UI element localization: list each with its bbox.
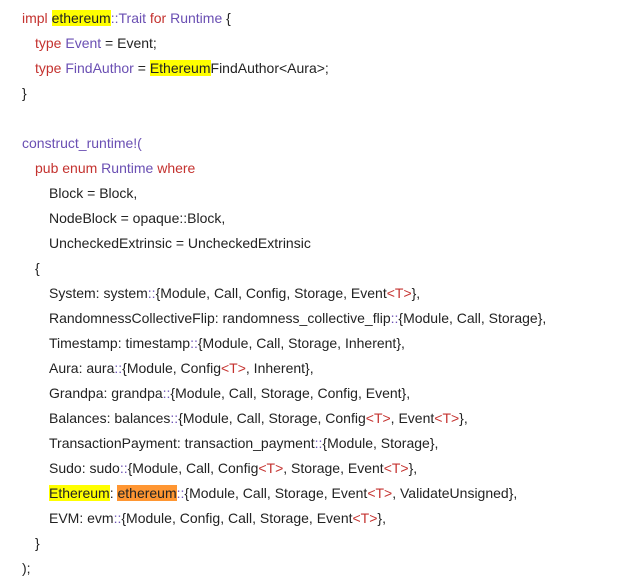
code-token: :: <box>147 285 156 301</box>
code-token: pub <box>35 160 63 176</box>
code-line: type Event = Event; <box>35 31 157 56</box>
code-token: Aura: aura <box>49 360 115 376</box>
code-token: }, <box>411 285 421 301</box>
code-token: {Module, Storage}, <box>322 435 439 451</box>
code-token: = Event; <box>101 35 157 51</box>
code-token: <T> <box>386 285 412 301</box>
code-token: System: system <box>49 285 148 301</box>
code-token: , Inherent}, <box>245 360 314 376</box>
code-token: UncheckedExtrinsic = UncheckedExtrinsic <box>49 235 311 251</box>
code-token: {Module, Call, Storage, Inherent}, <box>197 335 405 351</box>
code-token: :: <box>119 460 128 476</box>
code-token: , Event <box>390 410 435 426</box>
code-token: {Module, Config, Call, Storage, Event <box>121 510 353 526</box>
code-token: FindAuthor<Aura>; <box>210 60 329 76</box>
code-token: FindAuthor <box>65 60 134 76</box>
code-line: } <box>35 531 40 556</box>
code-line: Block = Block, <box>49 181 137 206</box>
code-line: RandomnessCollectiveFlip: randomness_col… <box>49 306 546 331</box>
code-token: Runtime <box>170 10 223 26</box>
code-line: NodeBlock = opaque::Block, <box>49 206 225 231</box>
code-token: } <box>22 85 27 101</box>
code-token: }, <box>408 460 418 476</box>
search-match-highlight: Ethereum <box>149 60 211 76</box>
code-token: :: <box>190 335 198 351</box>
code-token: {Module, Call, Config <box>127 460 259 476</box>
code-token: { <box>35 260 40 276</box>
code-token: Timestamp: timestamp <box>49 335 191 351</box>
code-view: impl ethereum::Trait for Runtime {type E… <box>0 0 630 586</box>
code-token: <T> <box>383 460 409 476</box>
code-token: = <box>133 60 150 76</box>
code-line: Ethereum: ethereum::{Module, Call, Stora… <box>49 481 517 506</box>
code-line: Balances: balances::{Module, Call, Stora… <box>49 406 468 431</box>
code-line: ); <box>22 556 31 581</box>
code-line: Sudo: sudo::{Module, Call, Config<T>, St… <box>49 456 417 481</box>
code-token: type <box>35 35 66 51</box>
code-token: Sudo: sudo <box>49 460 120 476</box>
code-token: where <box>157 160 196 176</box>
code-token: EVM: evm <box>49 510 114 526</box>
code-token: Trait <box>118 10 150 26</box>
code-line: } <box>22 81 27 106</box>
code-token: }, <box>459 410 468 426</box>
code-line: EVM: evm::{Module, Config, Call, Storage… <box>49 506 386 531</box>
code-line: impl ethereum::Trait for Runtime { <box>22 6 231 31</box>
code-token: <T> <box>258 460 284 476</box>
code-token: Block = Block, <box>49 185 138 201</box>
code-token: { <box>222 10 231 26</box>
code-token: :: <box>110 10 119 26</box>
code-token: <T> <box>365 410 391 426</box>
code-token: NodeBlock = opaque::Block, <box>49 210 226 226</box>
code-token: {Module, Call, Storage}, <box>398 310 547 326</box>
code-token: {Module, Call, Config, Storage, Event <box>155 285 387 301</box>
code-token: <T> <box>221 360 246 376</box>
code-token: {Module, Config <box>122 360 221 376</box>
code-line: type FindAuthor = EthereumFindAuthor<Aur… <box>35 56 329 81</box>
code-token: for <box>149 10 171 26</box>
code-token: <T> <box>434 410 460 426</box>
code-line: Grandpa: grandpa::{Module, Call, Storage… <box>49 381 410 406</box>
code-token: {Module, Call, Storage, Config, Event}, <box>170 385 411 401</box>
search-match-highlight: ethereum <box>51 10 111 26</box>
code-token: ); <box>22 560 31 576</box>
code-token: {Module, Call, Storage, Event <box>184 485 368 501</box>
code-token: , ValidateUnsigned}, <box>392 485 518 501</box>
code-token: Runtime <box>101 160 158 176</box>
code-line: Timestamp: timestamp::{Module, Call, Sto… <box>49 331 405 356</box>
code-token: Event <box>65 35 102 51</box>
code-token: <T> <box>367 485 393 501</box>
code-line: { <box>35 256 40 281</box>
current-search-match-highlight: ethereum <box>117 485 177 501</box>
code-token: impl <box>22 10 52 26</box>
code-token: Grandpa: grandpa <box>49 385 163 401</box>
code-token: TransactionPayment: transaction_payment <box>49 435 315 451</box>
code-token: }, <box>377 510 386 526</box>
code-token: } <box>35 535 40 551</box>
code-token: enum <box>62 160 102 176</box>
code-token: Balances: balances <box>49 410 171 426</box>
search-match-highlight: Ethereum <box>49 485 110 501</box>
code-line: UncheckedExtrinsic = UncheckedExtrinsic <box>49 231 311 256</box>
code-line: System: system::{Module, Call, Config, S… <box>49 281 420 306</box>
code-line: pub enum Runtime where <box>35 156 195 181</box>
code-token: , Storage, Event <box>283 460 384 476</box>
code-token: type <box>35 60 66 76</box>
code-line: construct_runtime!( <box>22 131 142 156</box>
code-line: TransactionPayment: transaction_payment:… <box>49 431 438 456</box>
code-line: Aura: aura::{Module, Config<T>, Inherent… <box>49 356 314 381</box>
code-token: RandomnessCollectiveFlip: randomness_col… <box>49 310 391 326</box>
code-token: {Module, Call, Storage, Config <box>178 410 366 426</box>
code-token: :: <box>114 360 123 376</box>
code-token: construct_runtime!( <box>22 135 142 151</box>
code-token: <T> <box>352 510 378 526</box>
